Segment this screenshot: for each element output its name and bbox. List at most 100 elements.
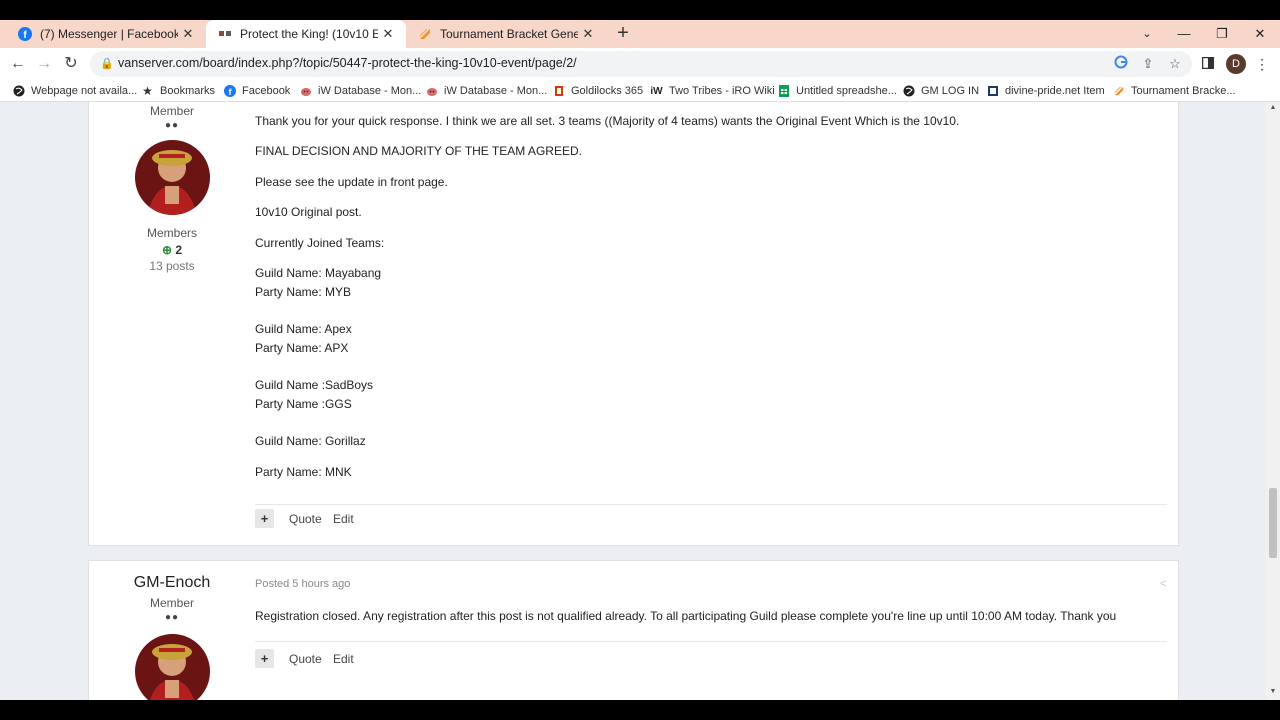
edit-button[interactable]: Edit	[333, 652, 354, 666]
multiquote-plus-button[interactable]: +	[255, 509, 274, 528]
facebook-icon: f	[18, 27, 32, 41]
menu-kebab-icon[interactable]: ⋮	[1252, 54, 1272, 74]
scroll-up-arrow-icon[interactable]: ▲	[1269, 104, 1277, 111]
bookmark-item[interactable]: ★ Bookmarks	[141, 83, 215, 99]
vertical-scrollbar[interactable]: ▲ ▼	[1266, 102, 1280, 700]
avatar[interactable]	[135, 140, 210, 215]
poring-icon	[299, 85, 312, 98]
share-icon[interactable]: ⇪	[1139, 55, 1157, 73]
bookmark-item[interactable]: iW Database - Mon...	[299, 83, 421, 99]
forum-favicon-icon	[218, 27, 232, 41]
post-text-line: 10v10 Original post.	[255, 205, 362, 219]
scrollbar-thumb[interactable]	[1269, 488, 1277, 558]
bookmark-label: Bookmarks	[160, 85, 216, 97]
avatar[interactable]	[135, 634, 210, 700]
side-panel-icon[interactable]	[1198, 54, 1218, 74]
document-icon	[986, 85, 999, 98]
tab-title: Protect the King! (10v10 Event) -	[240, 27, 378, 41]
forum-post: Member ●● Members ⊕ 2 13 posts Thank you…	[88, 102, 1179, 546]
tab-tournament-bracket[interactable]: Tournament Bracket Generator - ✕	[406, 20, 606, 48]
bookmark-label: Untitled spreadshe...	[796, 85, 897, 97]
rank-pips-icon: ●●	[164, 612, 180, 623]
reputation-badge: ⊕ 2	[161, 243, 183, 257]
post-text-line: Guild Name: Gorillaz	[255, 434, 366, 448]
address-bar[interactable]: 🔒 vanserver.com/board/index.php?/topic/5…	[90, 51, 1192, 77]
close-window-icon[interactable]: ✕	[1250, 24, 1270, 44]
author-rank: Member	[149, 596, 194, 610]
post-text-line: Guild Name: Mayabang	[255, 266, 382, 280]
lock-icon: 🔒	[100, 58, 114, 70]
post-divider	[255, 504, 1167, 505]
author-group: Members	[146, 226, 197, 240]
browser-toolbar: ← → ↻ 🔒 vanserver.com/board/index.php?/t…	[0, 48, 1280, 80]
tab-protect-the-king[interactable]: Protect the King! (10v10 Event) - ✕	[206, 20, 406, 48]
post-text-line: Party Name: MNK	[255, 465, 352, 479]
bookmark-item[interactable]: Webpage not availa...	[12, 83, 137, 99]
star-icon: ★	[142, 84, 153, 98]
reload-icon[interactable]: ↻	[61, 54, 81, 74]
bookmarks-bar: Webpage not availa... ★ Bookmarks f Face…	[0, 80, 1280, 102]
url-text: vanserver.com/board/index.php?/topic/504…	[118, 56, 577, 70]
post-text-line: Party Name :GGS	[255, 397, 352, 411]
close-tab-icon[interactable]: ✕	[180, 26, 196, 42]
edit-button[interactable]: Edit	[333, 512, 354, 526]
author-rank: Member	[149, 104, 194, 118]
bookmark-item[interactable]: Goldilocks 365	[552, 83, 643, 99]
close-tab-icon[interactable]: ✕	[580, 26, 596, 42]
bookmark-item[interactable]: Untitled spreadshe...	[777, 83, 897, 99]
bracket-favicon-icon	[418, 27, 432, 41]
tab-strip: f (7) Messenger | Facebook ✕ Protect the…	[0, 20, 1280, 48]
bookmark-item[interactable]: divine-pride.net Item	[986, 83, 1105, 99]
quote-button[interactable]: Quote	[289, 652, 322, 666]
globe-icon	[12, 85, 25, 98]
browser-window: f (7) Messenger | Facebook ✕ Protect the…	[0, 0, 1280, 720]
forum-content: Member ●● Members ⊕ 2 13 posts Thank you…	[0, 102, 1280, 700]
post-text-line: Party Name: MYB	[255, 285, 352, 299]
post-text-line: Party Name: APX	[255, 341, 349, 355]
back-arrow-icon[interactable]: ←	[8, 54, 28, 74]
bookmark-label: Facebook	[242, 85, 291, 97]
bookmark-item[interactable]: iW Database - Mon...	[425, 83, 547, 99]
bookmark-label: Two Tribes - iRO Wiki	[669, 85, 775, 97]
bookmark-label: iW Database - Mon...	[444, 85, 548, 97]
post-text-line: Registration closed. Any registration af…	[255, 609, 1117, 623]
bookmark-label: Webpage not availa...	[31, 85, 138, 97]
bottom-bar	[0, 700, 1280, 720]
post-timestamp: Posted 5 hours ago	[255, 578, 351, 590]
quote-button[interactable]: Quote	[289, 512, 322, 526]
bookmark-item[interactable]: iW Two Tribes - iRO Wiki	[650, 83, 775, 99]
post-text-line: Currently Joined Teams:	[255, 236, 385, 250]
post-text-line: Guild Name: Apex	[255, 322, 352, 336]
post-divider	[255, 641, 1167, 642]
post-text-line: FINAL DECISION AND MAJORITY OF THE TEAM …	[255, 144, 582, 158]
scroll-down-arrow-icon[interactable]: ▼	[1269, 688, 1277, 695]
restore-icon[interactable]: ❐	[1212, 24, 1232, 44]
forum-post: GM-Enoch Member ●● Posted 5 hours ago < …	[88, 560, 1179, 700]
author-stats: Members ⊕ 2 13 posts	[89, 226, 255, 273]
bookmark-label: Goldilocks 365	[571, 85, 644, 97]
share-icon[interactable]: <	[1160, 578, 1166, 590]
author-column: Member ●●	[89, 104, 255, 131]
bracket-favicon-icon	[1112, 85, 1125, 98]
google-icon[interactable]	[1112, 55, 1130, 73]
tab-messenger[interactable]: f (7) Messenger | Facebook ✕	[6, 20, 206, 48]
office-icon	[552, 85, 565, 98]
minimize-icon[interactable]: —	[1174, 24, 1194, 44]
bookmark-star-icon[interactable]: ☆	[1166, 55, 1184, 73]
globe-icon	[902, 85, 915, 98]
multiquote-plus-button[interactable]: +	[255, 649, 274, 668]
post-count: 13 posts	[149, 259, 195, 273]
bookmark-item[interactable]: GM LOG IN	[902, 83, 979, 99]
forward-arrow-icon[interactable]: →	[34, 54, 54, 74]
tab-title: (7) Messenger | Facebook	[40, 27, 178, 41]
bookmark-item[interactable]: f Facebook	[223, 83, 290, 99]
bookmark-item[interactable]: Tournament Bracke...	[1112, 83, 1236, 99]
tab-search-chevron-icon[interactable]: ⌄	[1137, 24, 1157, 44]
author-column: GM-Enoch Member ●●	[89, 574, 255, 623]
new-tab-button[interactable]: +	[613, 23, 633, 44]
facebook-icon: f	[223, 85, 236, 98]
close-tab-icon[interactable]: ✕	[380, 26, 396, 42]
bookmark-label: GM LOG IN	[921, 85, 980, 97]
profile-avatar[interactable]: D	[1226, 54, 1246, 74]
author-name[interactable]: GM-Enoch	[89, 574, 255, 592]
